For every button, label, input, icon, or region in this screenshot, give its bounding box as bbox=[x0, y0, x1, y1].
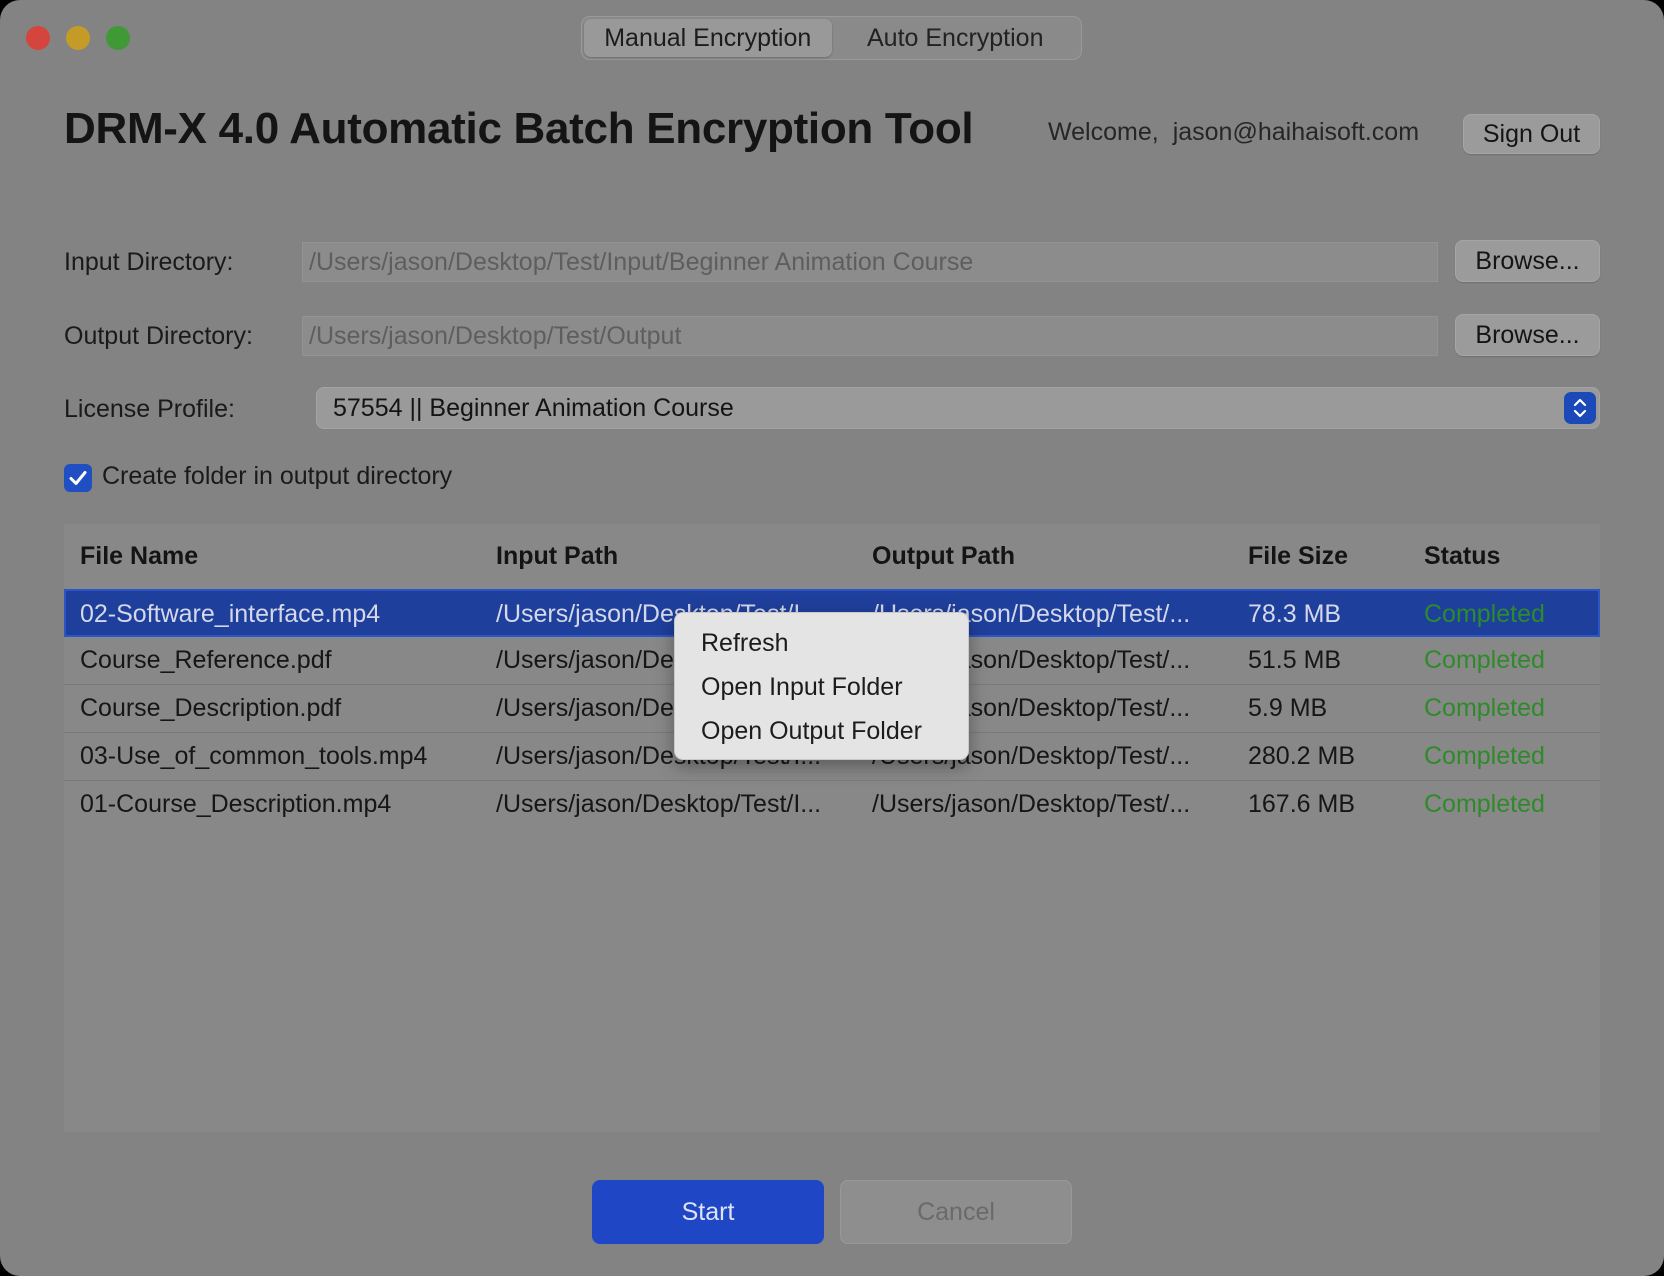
file-size-cell: 280.2 MB bbox=[1248, 742, 1356, 770]
table-header: File Name Input Path Output Path File Si… bbox=[64, 524, 1600, 586]
license-profile-label: License Profile: bbox=[64, 395, 235, 423]
checkmark-icon bbox=[69, 471, 87, 485]
menu-item-open-input-folder[interactable]: Open Input Folder bbox=[675, 665, 968, 709]
welcome-text: Welcome, jason@haihaisoft.com bbox=[1048, 118, 1419, 147]
column-header-file-size[interactable]: File Size bbox=[1248, 542, 1348, 571]
welcome-label: Welcome, bbox=[1048, 118, 1159, 146]
status-cell: Completed bbox=[1424, 600, 1545, 628]
close-window-icon[interactable] bbox=[26, 26, 50, 50]
input-directory-field[interactable]: /Users/jason/Desktop/Test/Input/Beginner… bbox=[302, 242, 1438, 282]
file-size-cell: 5.9 MB bbox=[1248, 694, 1328, 722]
zoom-window-icon[interactable] bbox=[106, 26, 130, 50]
column-header-file-name[interactable]: File Name bbox=[80, 542, 198, 571]
menu-item-open-output-folder[interactable]: Open Output Folder bbox=[675, 709, 968, 753]
status-cell: Completed bbox=[1424, 790, 1545, 818]
user-email: jason@haihaisoft.com bbox=[1172, 118, 1420, 146]
file-size-cell: 78.3 MB bbox=[1248, 600, 1342, 628]
output-directory-label: Output Directory: bbox=[64, 322, 253, 350]
output-path-cell: /Users/jason/Desktop/Test/... bbox=[872, 790, 1191, 818]
file-size-cell: 51.5 MB bbox=[1248, 646, 1342, 674]
start-button[interactable]: Start bbox=[592, 1180, 824, 1244]
license-profile-select[interactable]: 57554 || Beginner Animation Course bbox=[316, 387, 1600, 429]
input-directory-label: Input Directory: bbox=[64, 248, 234, 276]
column-header-status[interactable]: Status bbox=[1424, 542, 1500, 571]
status-cell: Completed bbox=[1424, 694, 1545, 722]
status-cell: Completed bbox=[1424, 646, 1545, 674]
sign-out-button[interactable]: Sign Out bbox=[1463, 114, 1600, 154]
menu-item-refresh[interactable]: Refresh bbox=[675, 621, 968, 665]
create-folder-label: Create folder in output directory bbox=[102, 462, 453, 490]
license-profile-value: 57554 || Beginner Animation Course bbox=[333, 393, 734, 422]
table-row[interactable]: 01-Course_Description.mp4 /Users/jason/D… bbox=[64, 781, 1600, 829]
file-name-cell: Course_Description.pdf bbox=[80, 694, 342, 722]
file-name-cell: 02-Software_interface.mp4 bbox=[80, 600, 381, 628]
app-window: Manual Encryption Auto Encryption DRM-X … bbox=[0, 0, 1664, 1276]
column-header-input-path[interactable]: Input Path bbox=[496, 542, 618, 571]
file-name-cell: 03-Use_of_common_tools.mp4 bbox=[80, 742, 428, 770]
column-header-output-path[interactable]: Output Path bbox=[872, 542, 1015, 571]
mode-segmented-control: Manual Encryption Auto Encryption bbox=[581, 16, 1082, 60]
file-name-cell: 01-Course_Description.mp4 bbox=[80, 790, 392, 818]
minimize-window-icon[interactable] bbox=[66, 26, 90, 50]
output-directory-field[interactable]: /Users/jason/Desktop/Test/Output bbox=[302, 316, 1438, 356]
tab-manual-encryption[interactable]: Manual Encryption bbox=[584, 19, 832, 57]
create-folder-checkbox[interactable] bbox=[64, 464, 92, 492]
page-title: DRM-X 4.0 Automatic Batch Encryption Too… bbox=[64, 104, 974, 153]
browse-input-button[interactable]: Browse... bbox=[1455, 240, 1600, 282]
status-cell: Completed bbox=[1424, 742, 1545, 770]
tab-auto-encryption[interactable]: Auto Encryption bbox=[832, 19, 1080, 57]
file-size-cell: 167.6 MB bbox=[1248, 790, 1356, 818]
file-name-cell: Course_Reference.pdf bbox=[80, 646, 332, 674]
input-path-cell: /Users/jason/Desktop/Test/I... bbox=[496, 790, 822, 818]
context-menu: Refresh Open Input Folder Open Output Fo… bbox=[674, 612, 969, 760]
browse-output-button[interactable]: Browse... bbox=[1455, 314, 1600, 356]
cancel-button[interactable]: Cancel bbox=[840, 1180, 1072, 1244]
chevron-up-down-icon bbox=[1564, 392, 1596, 424]
